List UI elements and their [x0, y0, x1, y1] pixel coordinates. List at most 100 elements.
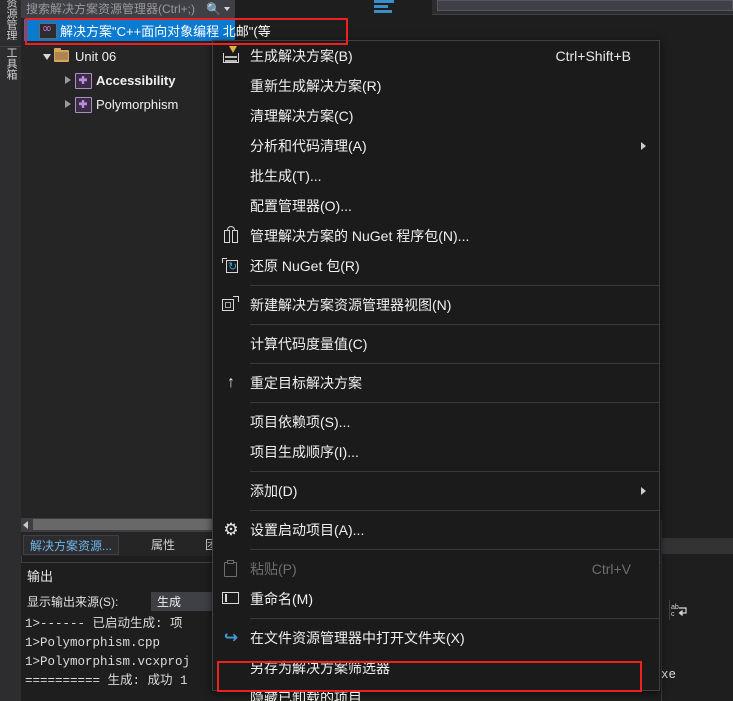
menu-item-label: 重新生成解决方案(R) [250, 78, 382, 94]
menu-separator [250, 510, 659, 511]
project-icon [75, 72, 93, 89]
chevron-down-icon[interactable] [39, 45, 54, 67]
expander-placeholder [24, 19, 39, 41]
chevron-down-icon[interactable] [224, 7, 230, 11]
menu-separator [250, 363, 659, 364]
menu-item-new-solution-explorer-view[interactable]: 新建解决方案资源管理器视图(N) [213, 290, 659, 320]
tab-solution-explorer[interactable]: 解决方案资源... [23, 535, 120, 555]
menu-item-label: 计算代码度量值(C) [250, 336, 368, 352]
solution-context-menu[interactable]: 生成解决方案(B) Ctrl+Shift+B 重新生成解决方案(R) 清理解决方… [212, 40, 660, 701]
output-source-value: 生成 [157, 595, 182, 609]
menu-item-label: 生成解决方案(B) [250, 48, 353, 64]
menu-item-batch-build[interactable]: 批生成(T)... [213, 161, 659, 191]
up-arrow-icon: ↑ [227, 374, 235, 391]
sidebar-item-label: 服务器资源管理器 [5, 0, 17, 40]
output-line: 1>Polymorphism.cpp [25, 636, 161, 650]
menu-item-label: 设置启动项目(A)... [250, 522, 365, 538]
output-right-fragment: xe [661, 668, 677, 682]
tab-label: 解决方案资源... [30, 539, 113, 553]
menu-item-build-solution[interactable]: 生成解决方案(B) Ctrl+Shift+B [213, 41, 659, 71]
menu-item-label: 配置管理器(O)... [250, 198, 352, 214]
menu-separator [250, 471, 659, 472]
folder-icon [54, 48, 72, 64]
nuget-manage-icon [213, 221, 250, 251]
menu-separator [250, 285, 659, 286]
menu-separator [250, 549, 659, 550]
search-icon[interactable]: 🔍 [206, 2, 221, 17]
menu-item-rename[interactable]: 重命名(M) [213, 584, 659, 614]
menu-item-project-build-order[interactable]: 项目生成顺序(I)... [213, 437, 659, 467]
menu-item-label: 分析和代码清理(A) [250, 138, 367, 154]
open-folder-icon: ↪ [223, 628, 239, 647]
sidebar-item-server-explorer[interactable]: 服务器资源管理器 [0, 0, 21, 40]
scroll-left-arrow-icon[interactable] [23, 521, 28, 529]
solution-tree[interactable]: 解决方案"C++面向对象编程 北邮"(等 Unit 06 Accessibili… [21, 19, 271, 514]
chevron-right-icon[interactable] [60, 93, 75, 115]
tab-properties[interactable]: 属性 [145, 535, 181, 555]
menu-item-add[interactable]: 添加(D) [213, 476, 659, 506]
menu-item-project-dependencies[interactable]: 项目依赖项(S)... [213, 407, 659, 437]
svg-text:c: c [671, 611, 675, 618]
tab-label: 属性 [151, 538, 176, 552]
menu-separator [250, 402, 659, 403]
menu-item-manage-nuget-packages[interactable]: 管理解决方案的 NuGet 程序包(N)... [213, 221, 659, 251]
menu-item-label: 清理解决方案(C) [250, 108, 354, 124]
visual-studio-window: 服务器资源管理器 工具箱 搜索解决方案资源管理器(Ctrl+;) 🔍 解决方案"… [0, 0, 733, 701]
menu-item-clean-solution[interactable]: 清理解决方案(C) [213, 101, 659, 131]
tree-item-label: 解决方案"C++面向对象编程 北邮"(等 [60, 23, 271, 39]
menu-item-label: 重命名(M) [250, 591, 313, 607]
menu-item-shortcut: Ctrl+V [591, 561, 631, 577]
menu-item-calculate-code-metrics[interactable]: 计算代码度量值(C) [213, 329, 659, 359]
menu-item-analyze-code-cleanup[interactable]: 分析和代码清理(A) [213, 131, 659, 161]
tree-item-unit-06[interactable]: Unit 06 [39, 45, 116, 67]
chevron-right-icon [641, 487, 646, 495]
search-input[interactable]: 搜索解决方案资源管理器(Ctrl+;) 🔍 [21, 0, 235, 18]
menu-separator [250, 324, 659, 325]
menu-item-label: 粘贴(P) [250, 561, 297, 577]
horizontal-scrollbar[interactable] [21, 518, 235, 532]
tree-item-accessibility[interactable]: Accessibility [60, 69, 176, 91]
solution-explorer-panel: 搜索解决方案资源管理器(Ctrl+;) 🔍 解决方案"C++面向对象编程 北邮"… [21, 0, 271, 534]
svg-text:ab: ab [671, 604, 679, 611]
sidebar-item-toolbox[interactable]: 工具箱 [0, 46, 21, 109]
chevron-right-icon[interactable] [60, 69, 75, 91]
editor-find-field[interactable] [437, 0, 733, 11]
sidebar-item-label: 工具箱 [5, 47, 17, 80]
menu-item-open-folder-in-file-explorer[interactable]: ↪ 在文件资源管理器中打开文件夹(X) [213, 623, 659, 653]
menu-item-set-startup-projects[interactable]: ⚙ 设置启动项目(A)... [213, 515, 659, 545]
tree-item-solution[interactable]: 解决方案"C++面向对象编程 北邮"(等 [24, 19, 271, 41]
output-line: ========== 生成: 成功 1 [25, 674, 188, 688]
menu-item-label: 管理解决方案的 NuGet 程序包(N)... [250, 228, 470, 244]
menu-item-rebuild-solution[interactable]: 重新生成解决方案(R) [213, 71, 659, 101]
new-view-icon [213, 290, 250, 320]
left-dock-strip: 服务器资源管理器 工具箱 [0, 0, 22, 701]
right-panel-band [661, 538, 733, 554]
search-placeholder: 搜索解决方案资源管理器(Ctrl+;) [26, 2, 195, 16]
output-line: 1>------ 已启动生成: 项 [25, 617, 183, 631]
menu-item-retarget-solution[interactable]: ↑ 重定目标解决方案 [213, 368, 659, 398]
menu-item-label: 另存为解决方案筛选器 [250, 660, 390, 676]
output-toolbar: 显示输出来源(S): [27, 591, 118, 613]
menu-separator [250, 618, 659, 619]
scrollbar-thumb[interactable] [33, 519, 217, 530]
solution-icon [39, 22, 57, 39]
menu-item-label: 项目依赖项(S)... [250, 414, 351, 430]
gear-icon: ⚙ [223, 520, 239, 539]
menu-item-hide-unloaded-projects[interactable]: 隐藏已卸载的项目 [213, 683, 659, 701]
tree-item-label: Accessibility [96, 72, 176, 88]
menu-item-label: 在文件资源管理器中打开文件夹(X) [250, 630, 465, 646]
menu-item-configuration-manager[interactable]: 配置管理器(O)... [213, 191, 659, 221]
nuget-restore-icon: ↻ [213, 251, 250, 281]
menu-item-restore-nuget-packages[interactable]: ↻ 还原 NuGet 包(R) [213, 251, 659, 281]
paste-icon [213, 554, 250, 584]
output-panel-title: 输出 [27, 569, 54, 584]
menu-item-label: 批生成(T)... [250, 168, 322, 184]
menu-item-label: 新建解决方案资源管理器视图(N) [250, 297, 452, 313]
word-wrap-icon[interactable]: ab c [669, 600, 692, 620]
menu-item-paste: 粘贴(P) Ctrl+V [213, 554, 659, 584]
menu-item-save-as-solution-filter[interactable]: 另存为解决方案筛选器 [213, 653, 659, 683]
toolbar-icons-fragment [374, 0, 404, 14]
tree-item-polymorphism[interactable]: Polymorphism [60, 93, 178, 115]
build-icon [213, 41, 250, 71]
project-icon [75, 96, 93, 113]
